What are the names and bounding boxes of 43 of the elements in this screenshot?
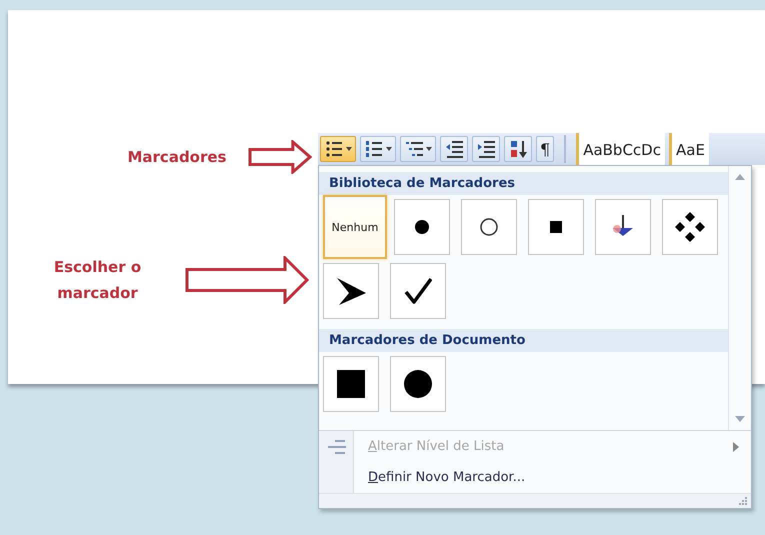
scroll-up-icon (735, 174, 745, 180)
increase-indent-button[interactable] (472, 136, 500, 162)
menu-item[interactable]: Definir Novo Marcador... (368, 470, 526, 485)
caret-icon (426, 147, 432, 151)
show-marks-button[interactable]: ¶ (536, 136, 554, 162)
sort-icon (508, 138, 528, 160)
arrowhead-icon (335, 276, 367, 306)
indent-icon (476, 138, 496, 160)
bullets-button[interactable] (320, 136, 356, 162)
numbering-button[interactable] (360, 136, 396, 162)
sort-button[interactable] (504, 136, 532, 162)
numbered-list-icon (364, 138, 384, 160)
bullet-option[interactable]: Nenhum (323, 195, 387, 259)
bullet-option[interactable] (595, 199, 651, 255)
arrow-icon (248, 140, 312, 174)
annotation-text: Marcadores (126, 147, 228, 168)
decrease-indent-button[interactable] (440, 136, 468, 162)
caret-icon (386, 147, 392, 151)
bullet-option[interactable] (323, 356, 379, 412)
bullet-option[interactable] (390, 263, 446, 319)
circle-icon (479, 217, 499, 237)
section-header: Marcadores de Documento (319, 329, 728, 352)
annotation-text: Escolher o marcador (52, 257, 142, 304)
dot-icon (413, 218, 431, 236)
bullet-option[interactable] (528, 199, 584, 255)
style-preview[interactable]: AaBbCcDc (576, 133, 665, 165)
dot-icon (403, 369, 433, 399)
bullet-option[interactable] (323, 263, 379, 319)
multilevel-button[interactable] (400, 136, 436, 162)
check-icon (404, 277, 432, 305)
bullet-option[interactable] (390, 356, 446, 412)
diamonds-icon (674, 211, 706, 243)
caret-icon (346, 147, 352, 151)
square-icon (336, 369, 366, 399)
square-icon (549, 220, 563, 234)
bullet-option[interactable] (394, 199, 450, 255)
bullet-option[interactable] (662, 199, 718, 255)
arrow-icon (185, 256, 309, 304)
outdent-icon (444, 138, 464, 160)
section-header: Biblioteca de Marcadores (319, 172, 728, 195)
scroll-down-icon (735, 416, 745, 422)
style-preview[interactable]: AaE (668, 133, 709, 165)
resize-grip-icon (739, 497, 747, 505)
